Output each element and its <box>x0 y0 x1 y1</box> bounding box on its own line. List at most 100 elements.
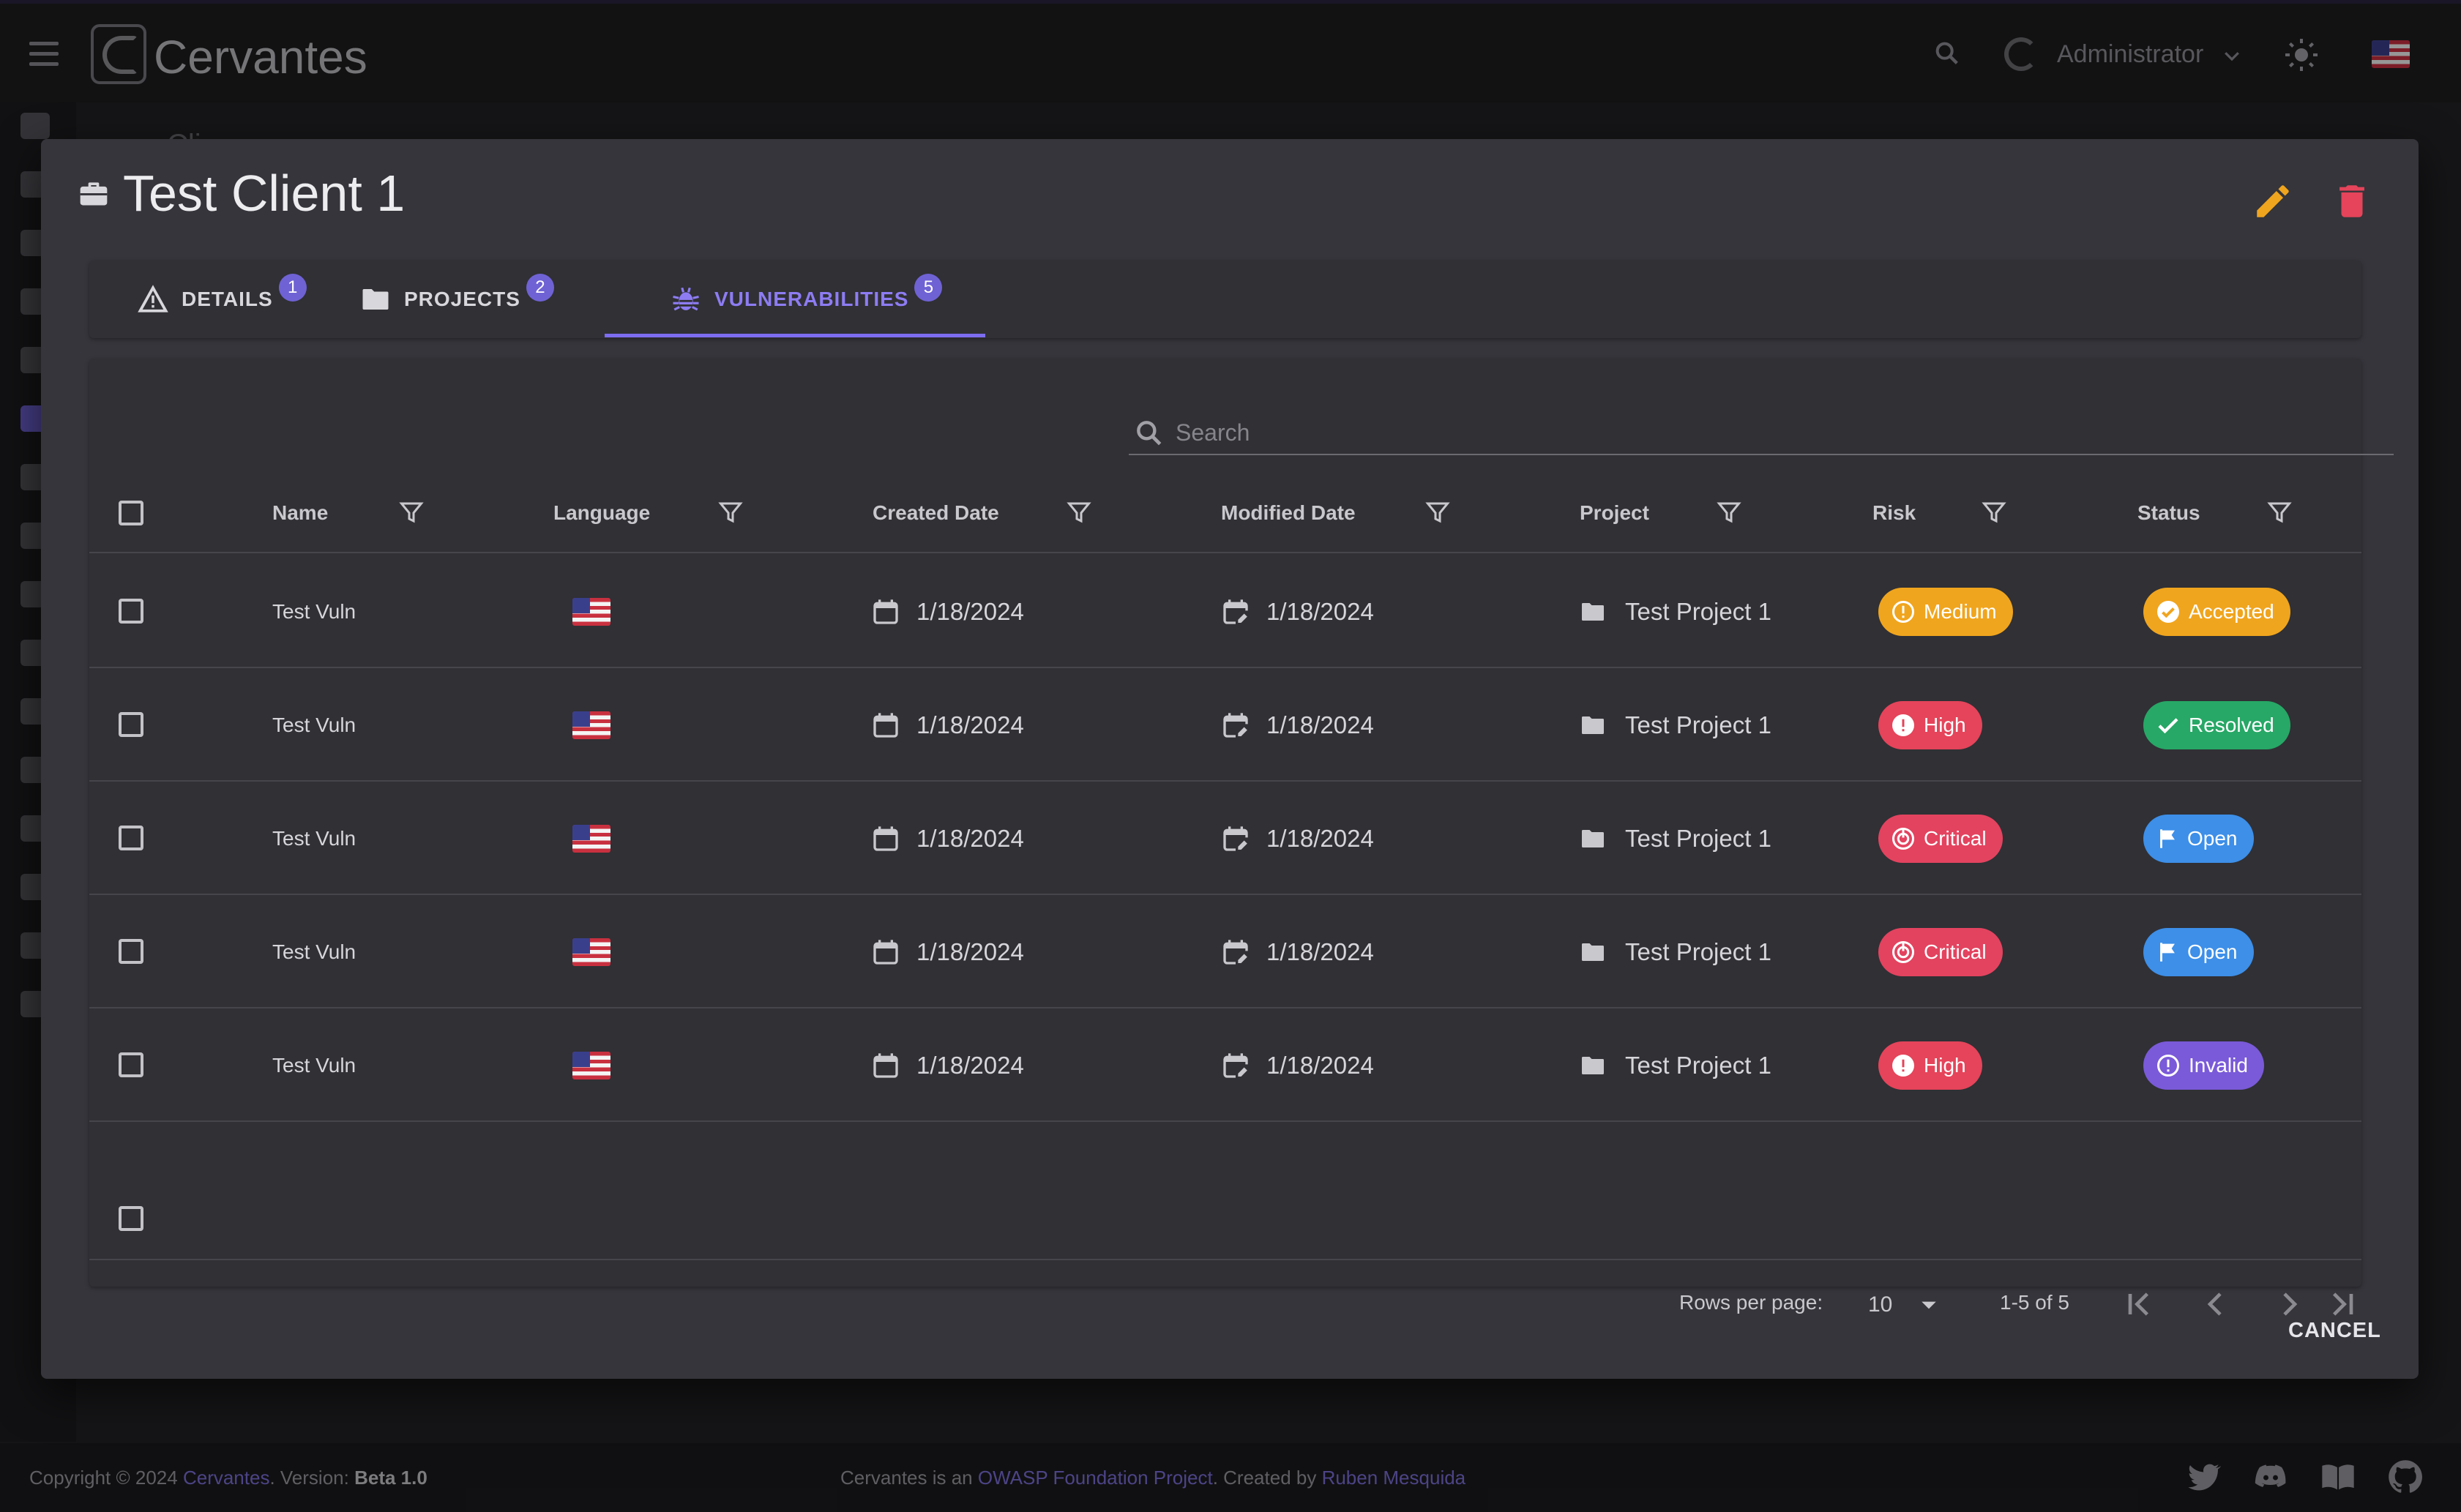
language-flag-icon <box>572 895 610 1008</box>
column-header-modified-date[interactable]: Modified Date <box>1221 473 1356 553</box>
delete-icon[interactable] <box>2331 180 2373 222</box>
column-header-status[interactable]: Status <box>2137 473 2200 553</box>
briefcase-icon <box>80 182 108 206</box>
dialog-title: Test Client 1 <box>123 165 406 222</box>
filter-icon[interactable] <box>2266 499 2293 525</box>
tab-projects-badge: 2 <box>526 274 554 302</box>
vuln-name: Test Vuln <box>272 713 356 736</box>
table-row[interactable]: Test Vuln 1/18/2024 1/18/2024 Test Proje… <box>89 782 2361 895</box>
risk-chip: Medium <box>1878 587 2013 636</box>
cancel-button[interactable]: CANCEL <box>2288 1319 2381 1343</box>
filter-icon[interactable] <box>398 499 425 525</box>
modified-date-cell: 1/18/2024 <box>1221 555 1374 668</box>
tab-projects[interactable]: PROJECTS 2 <box>360 261 554 338</box>
modified-date-cell: 1/18/2024 <box>1221 668 1374 782</box>
modified-date: 1/18/2024 <box>1266 597 1374 625</box>
created-date-cell: 1/18/2024 <box>871 1008 1024 1122</box>
modified-date-cell: 1/18/2024 <box>1221 895 1374 1008</box>
modified-date-cell: 1/18/2024 <box>1221 1008 1374 1122</box>
folder-icon <box>362 289 389 310</box>
table-row[interactable]: Test Vuln 1/18/2024 1/18/2024 Test Proje… <box>89 1008 2361 1122</box>
created-date: 1/18/2024 <box>916 1051 1024 1079</box>
project-name[interactable]: Test Project 1 <box>1625 1052 1771 1079</box>
folder-icon <box>1582 1056 1604 1074</box>
previous-page-icon[interactable] <box>2195 1284 2236 1325</box>
row-checkbox[interactable] <box>119 1052 143 1077</box>
created-date-cell: 1/18/2024 <box>871 782 1024 895</box>
project-name[interactable]: Test Project 1 <box>1625 598 1771 626</box>
modified-date-cell: 1/18/2024 <box>1221 782 1374 895</box>
filter-icon[interactable] <box>1716 499 1742 525</box>
row-checkbox[interactable] <box>119 939 143 964</box>
search-input[interactable] <box>1176 414 2347 451</box>
active-tab-indicator <box>605 334 985 337</box>
filter-icon[interactable] <box>717 499 744 525</box>
risk-chip: High <box>1878 1041 1982 1090</box>
column-header-created-date[interactable]: Created Date <box>873 473 999 553</box>
warning-icon <box>138 285 168 312</box>
select-all-checkbox[interactable] <box>119 501 143 525</box>
filter-icon[interactable] <box>1424 499 1451 525</box>
tab-vulnerabilities[interactable]: VULNERABILITIES 5 <box>671 261 943 338</box>
search-icon <box>1137 421 1162 446</box>
created-date-cell: 1/18/2024 <box>871 555 1024 668</box>
column-header-language[interactable]: Language <box>553 473 650 553</box>
pagination: Rows per page: 10 1-5 of 5 <box>89 1262 2361 1342</box>
column-header-risk[interactable]: Risk <box>1872 473 1916 553</box>
alert-circle-icon <box>1892 1054 1914 1077</box>
tab-vulnerabilities-badge: 5 <box>914 274 943 302</box>
calendar-icon <box>873 599 898 624</box>
status-chip: Accepted <box>2143 587 2290 636</box>
risk-cell: High <box>1878 1008 1982 1122</box>
filter-icon[interactable] <box>1981 499 2007 525</box>
project-name[interactable]: Test Project 1 <box>1625 938 1771 966</box>
alert-circle-icon <box>1892 714 1914 736</box>
status-cell: Open <box>2143 895 2254 1008</box>
calendar-icon <box>873 939 898 965</box>
footer-checkbox[interactable] <box>119 1206 143 1231</box>
search-field[interactable] <box>1129 411 2394 455</box>
column-header-project[interactable]: Project <box>1580 473 1649 553</box>
project-cell: Test Project 1 <box>1580 895 1771 1008</box>
calendar-edit-icon <box>1223 939 1248 965</box>
project-name[interactable]: Test Project 1 <box>1625 711 1771 739</box>
flag-icon <box>2160 828 2175 848</box>
status-cell: Invalid <box>2143 1008 2264 1122</box>
calendar-edit-icon <box>1223 826 1248 851</box>
tab-details[interactable]: DETAILS 1 <box>138 261 307 338</box>
check-circle-icon <box>2157 600 2179 623</box>
caret-down-icon[interactable] <box>1919 1298 1938 1313</box>
tab-projects-label: PROJECTS <box>404 288 520 310</box>
language-flag-icon <box>572 668 610 782</box>
vulnerabilities-table: Name Language Created Date Modified Date… <box>89 359 2394 1317</box>
rows-per-page-select[interactable]: 10 <box>1868 1292 1892 1317</box>
folder-icon <box>1582 829 1604 847</box>
created-date: 1/18/2024 <box>916 824 1024 852</box>
target-icon <box>1892 827 1914 850</box>
project-name[interactable]: Test Project 1 <box>1625 825 1771 853</box>
table-header: Name Language Created Date Modified Date… <box>89 473 2361 553</box>
flag-icon <box>2160 942 2175 962</box>
created-date: 1/18/2024 <box>916 937 1024 965</box>
language-flag-icon <box>572 782 610 895</box>
modified-date: 1/18/2024 <box>1266 711 1374 738</box>
first-page-icon[interactable] <box>2120 1284 2161 1325</box>
tab-details-label: DETAILS <box>182 288 273 310</box>
folder-icon <box>1582 602 1604 621</box>
modified-date: 1/18/2024 <box>1266 937 1374 965</box>
row-checkbox[interactable] <box>119 826 143 850</box>
filter-icon[interactable] <box>1066 499 1092 525</box>
table-row[interactable]: Test Vuln 1/18/2024 1/18/2024 Test Proje… <box>89 668 2361 782</box>
row-checkbox[interactable] <box>119 599 143 624</box>
status-chip: Resolved <box>2143 700 2290 749</box>
tab-details-badge: 1 <box>278 274 307 302</box>
edit-icon[interactable] <box>2252 180 2294 222</box>
tab-vulnerabilities-label: VULNERABILITIES <box>714 288 909 310</box>
column-header-name[interactable]: Name <box>272 473 328 553</box>
status-cell: Open <box>2143 782 2254 895</box>
table-row[interactable]: Test Vuln 1/18/2024 1/18/2024 Test Proje… <box>89 555 2361 668</box>
row-checkbox[interactable] <box>119 712 143 737</box>
target-icon <box>1892 940 1914 963</box>
table-row[interactable]: Test Vuln 1/18/2024 1/18/2024 Test Proje… <box>89 895 2361 1008</box>
created-date-cell: 1/18/2024 <box>871 895 1024 1008</box>
